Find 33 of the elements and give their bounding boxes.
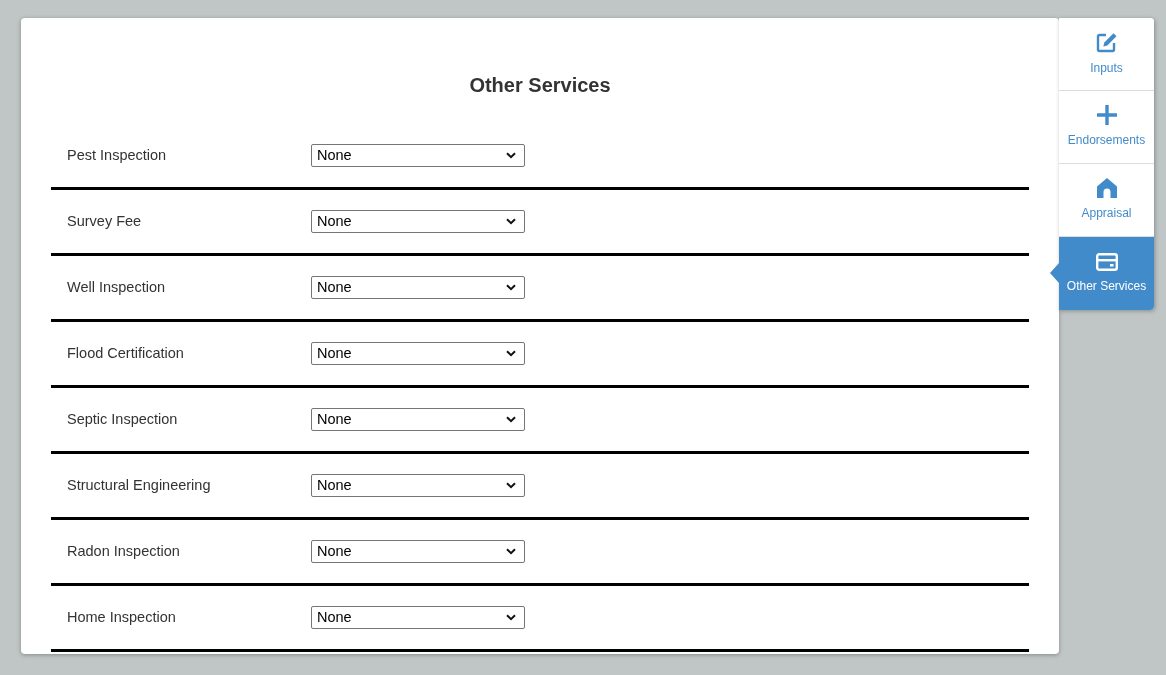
chevron-down-icon	[506, 284, 516, 291]
chevron-down-icon	[506, 218, 516, 225]
chevron-down-icon	[506, 350, 516, 357]
service-label: Home Inspection	[67, 607, 177, 627]
dropdown-field[interactable]: None	[311, 342, 525, 365]
chevron-down-icon	[506, 152, 516, 159]
chevron-down-icon	[506, 614, 516, 621]
pointer-icon	[1050, 263, 1059, 283]
service-label: Well Inspection	[67, 277, 167, 297]
dropdown-field[interactable]: None	[311, 276, 525, 299]
side-tab[interactable]: Appraisal	[1059, 164, 1154, 237]
service-label: Survey Fee	[67, 211, 143, 231]
chevron-down-icon	[506, 416, 516, 423]
service-label: Septic Inspection	[67, 409, 179, 429]
chevron-down-icon	[506, 548, 516, 555]
service-label: Flood Certification	[67, 343, 185, 363]
dropdown-field[interactable]: None	[311, 210, 525, 233]
dropdown-field[interactable]: None	[311, 474, 525, 497]
plus-icon	[1096, 105, 1117, 125]
service-label: Pest Inspection	[67, 145, 168, 165]
service-label: Structural Engineering	[67, 475, 212, 495]
edit-icon	[1095, 31, 1118, 53]
card-icon	[1095, 252, 1118, 271]
dropdown-field[interactable]: None	[311, 408, 525, 431]
page-title: Other Services	[469, 73, 611, 98]
service-label: Radon Inspection	[67, 541, 181, 561]
side-tab[interactable]: Inputs	[1059, 18, 1154, 91]
home-icon	[1096, 178, 1117, 198]
dropdown-field[interactable]: None	[311, 144, 525, 167]
dropdown-field[interactable]: None	[311, 606, 525, 629]
dropdown-field[interactable]: None	[311, 540, 525, 563]
chevron-down-icon	[506, 482, 516, 489]
side-tab[interactable]: Endorsements	[1059, 91, 1154, 164]
